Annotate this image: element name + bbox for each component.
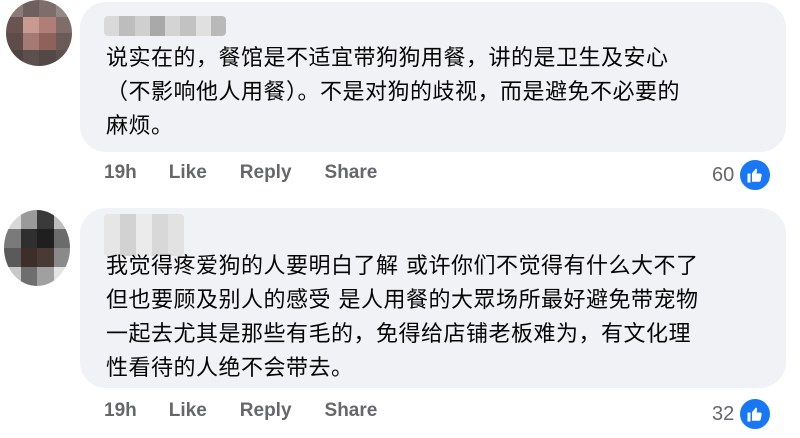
comment-bubble: 说实在的，餐馆是不适宜带狗狗用餐，讲的是卫生及安心 （不影响他人用餐）。不是对狗… xyxy=(80,2,786,152)
like-button[interactable]: Like xyxy=(169,162,207,184)
reaction-summary[interactable]: 32 xyxy=(712,397,773,431)
share-button[interactable]: Share xyxy=(325,400,378,422)
reply-button[interactable]: Reply xyxy=(240,162,292,184)
thumbs-up-icon xyxy=(738,397,773,431)
share-button[interactable]: Share xyxy=(325,162,378,184)
reaction-count: 60 xyxy=(712,163,735,186)
comment-actions: 19h Like Reply Share xyxy=(104,400,410,422)
comment-text: 说实在的，餐馆是不适宜带狗狗用餐，讲的是卫生及安心 （不影响他人用餐）。不是对狗… xyxy=(106,46,681,139)
reaction-count: 32 xyxy=(712,402,735,425)
reply-button[interactable]: Reply xyxy=(240,400,292,422)
reaction-summary[interactable]: 60 xyxy=(712,158,773,192)
like-button[interactable]: Like xyxy=(169,400,207,422)
thumbs-up-icon xyxy=(738,158,773,192)
comment-bubble: 我觉得疼爱狗的人要明白了解 或许你们不觉得有什么大不了 但也要顾及别人的感受 是… xyxy=(80,208,786,388)
timestamp-link[interactable]: 19h xyxy=(104,162,137,184)
avatar-blurred[interactable] xyxy=(6,0,72,66)
comment-actions: 19h Like Reply Share xyxy=(104,162,410,184)
comment-text: 我觉得疼爱狗的人要明白了解 或许你们不觉得有什么大不了 但也要顾及别人的感受 是… xyxy=(106,254,699,381)
commenter-name-blurred[interactable] xyxy=(104,16,226,36)
avatar-blurred[interactable] xyxy=(4,210,70,286)
timestamp-link[interactable]: 19h xyxy=(104,400,137,422)
